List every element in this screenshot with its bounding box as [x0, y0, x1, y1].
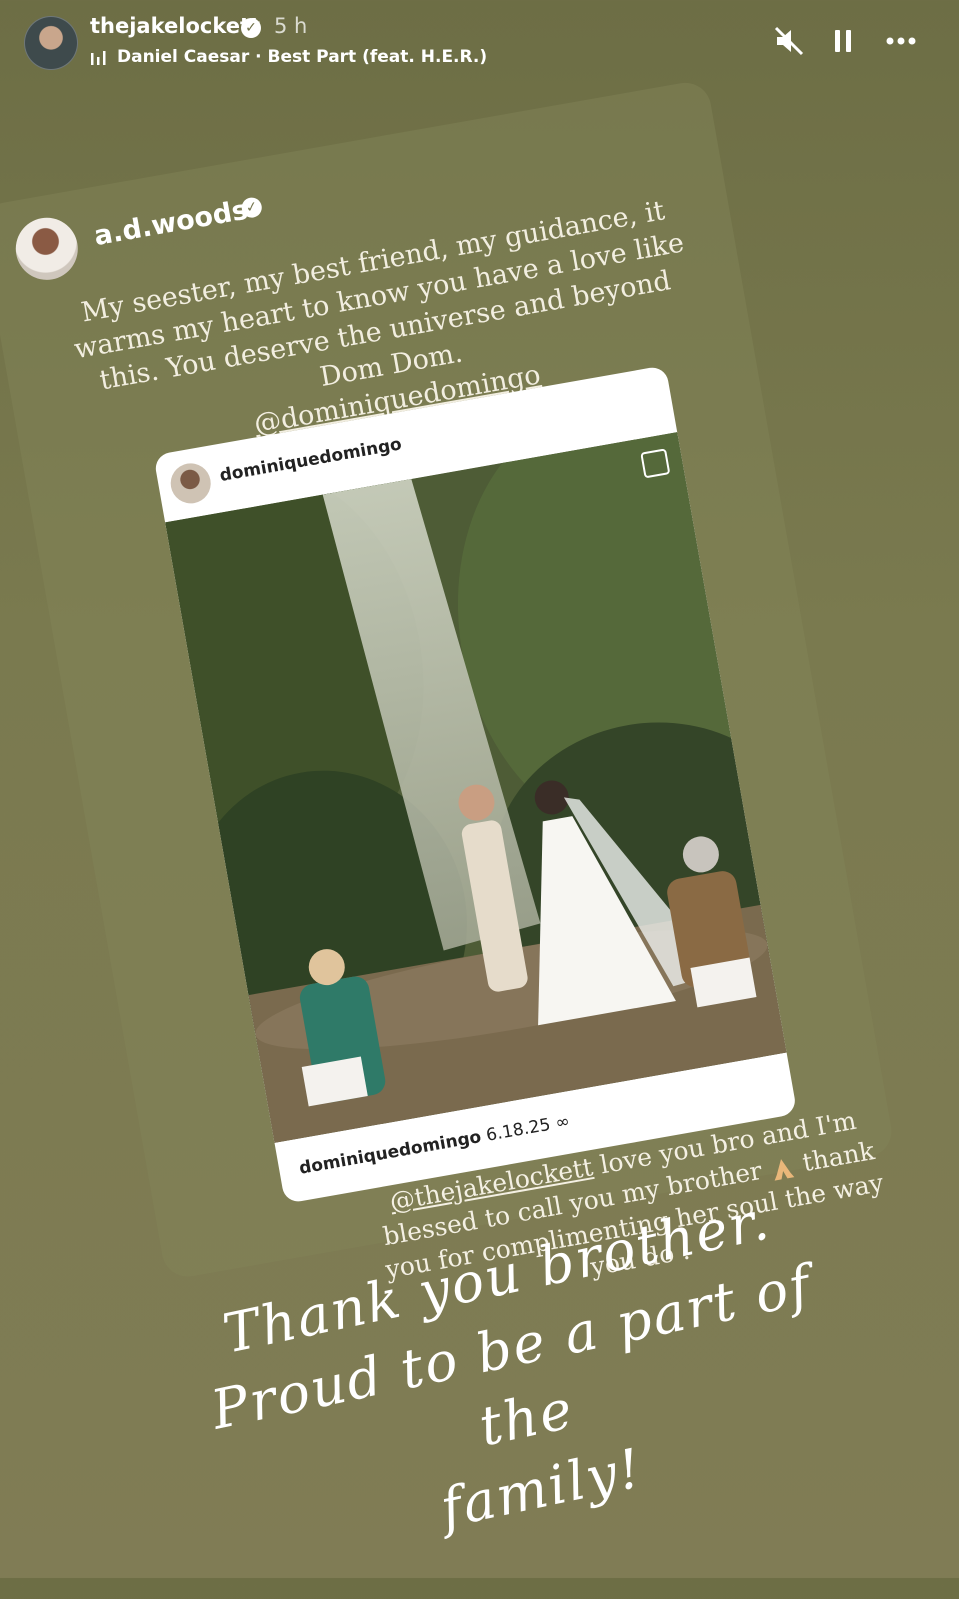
multiple-photos-icon	[640, 448, 671, 479]
post-author-username[interactable]: dominiquedomingo	[218, 434, 403, 486]
verified-badge-icon: ✓	[241, 18, 261, 38]
muted-speaker-icon[interactable]	[772, 24, 806, 58]
post-footer-username[interactable]: dominiquedomingo	[298, 1127, 483, 1179]
shared-story-stage: a.d.woods ✓ My seester, my best friend, …	[0, 0, 955, 1284]
story-timestamp: 5 h	[274, 14, 308, 38]
more-options-icon[interactable]	[884, 24, 918, 58]
wedding-scene-illustration	[165, 432, 787, 1143]
post-footer-text: 6.18.25 ∞	[484, 1111, 572, 1146]
post-author-avatar[interactable]	[167, 460, 214, 507]
story-username[interactable]: thejakelockett	[90, 14, 260, 38]
pause-icon[interactable]	[826, 24, 860, 58]
wedding-photo	[165, 432, 787, 1143]
profile-avatar[interactable]	[24, 16, 78, 70]
music-bars-icon	[91, 51, 106, 65]
